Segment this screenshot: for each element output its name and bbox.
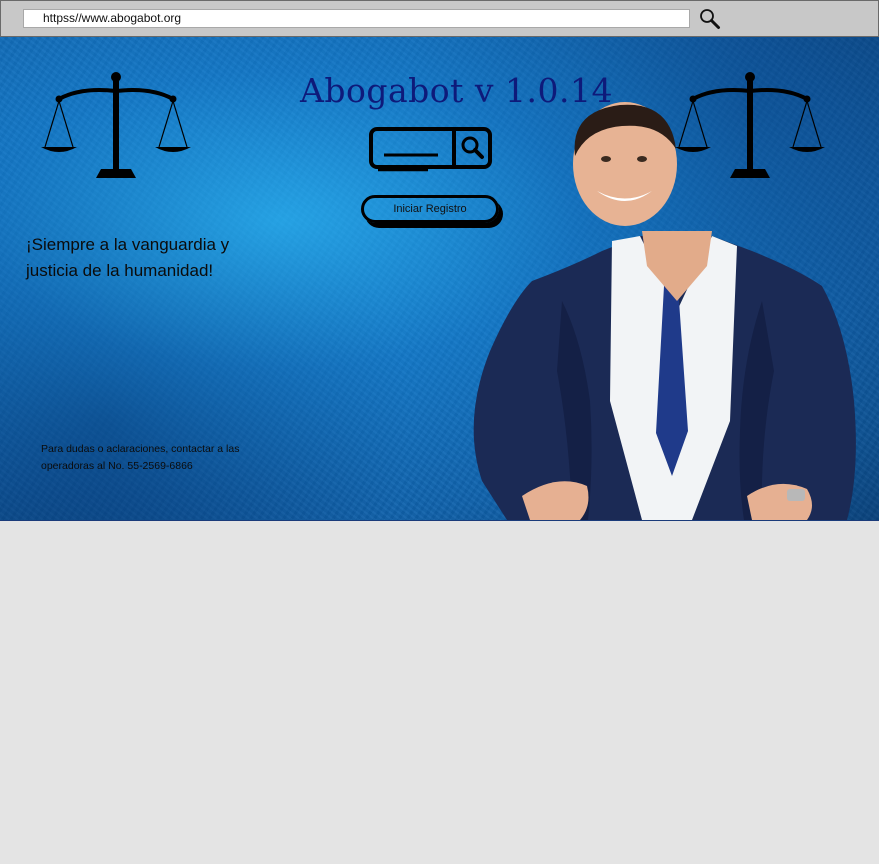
hero-section: Abogabot v 1.0.14 Iniciar Registro ¡Siem…	[0, 37, 879, 521]
tagline: ¡Siempre a la vanguardia y justicia de l…	[26, 235, 230, 280]
magnifier-icon[interactable]	[699, 8, 721, 30]
browser-address-bar: httpss//www.abogabot.org	[0, 0, 879, 37]
scales-of-justice-icon	[675, 72, 825, 178]
url-input[interactable]: httpss//www.abogabot.org	[23, 9, 690, 28]
scales-of-justice-icon	[41, 72, 191, 178]
contact-info: Para dudas o aclaraciones, contactar a l…	[41, 443, 240, 472]
